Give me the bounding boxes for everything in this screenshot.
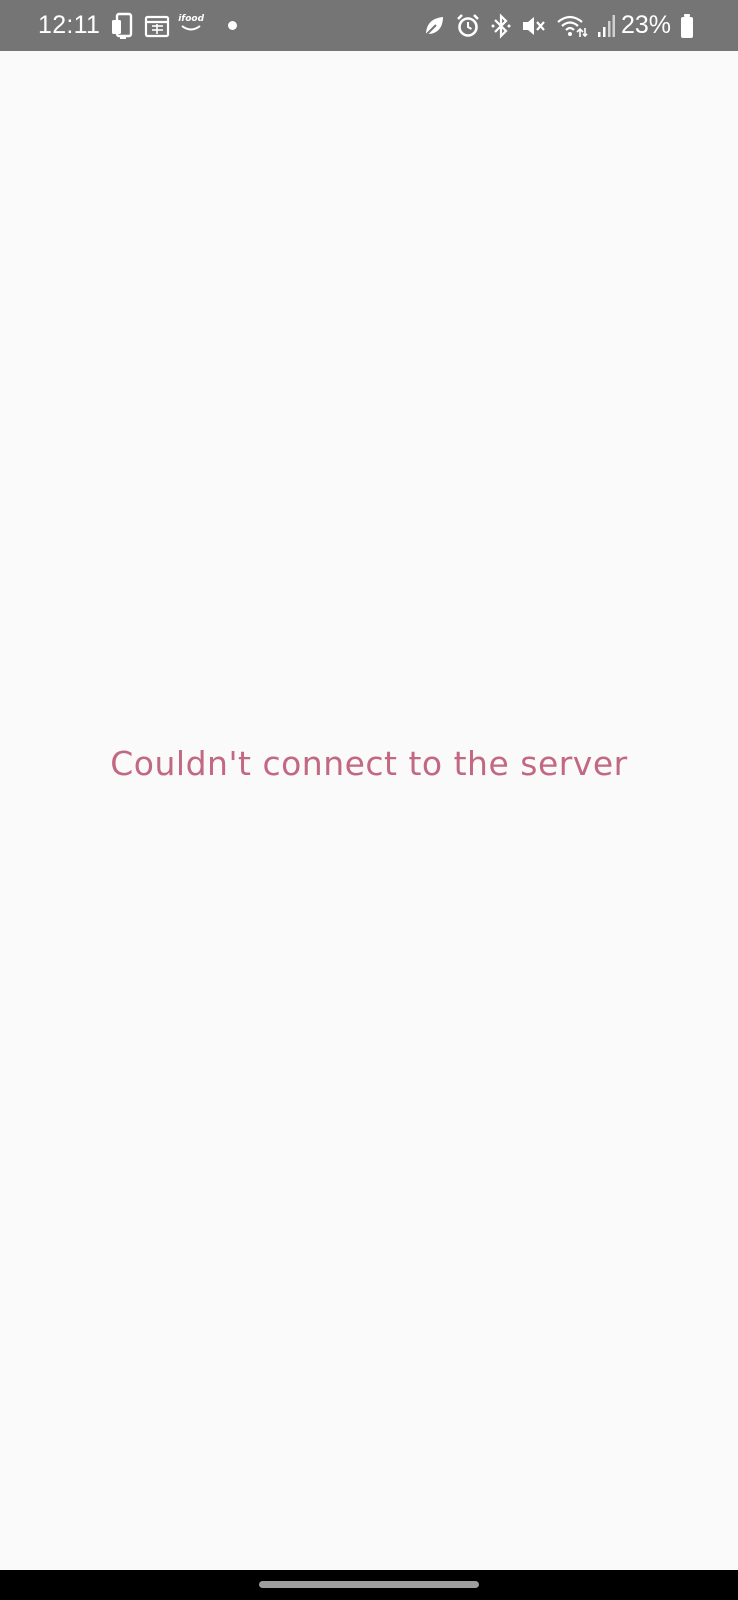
more-notifications-dot: [228, 21, 238, 30]
ifood-icon: ifood: [178, 10, 204, 38]
battery-percentage: 23%: [620, 11, 671, 39]
status-clock: 12:11: [38, 11, 101, 39]
wifi-icon: [556, 12, 588, 40]
status-bar-right: 23%: [413, 11, 694, 40]
alarm-icon: [455, 12, 481, 40]
phone-link-icon: [110, 12, 136, 40]
status-bar-left: 12:11 ifood: [38, 10, 238, 40]
connection-error-message: Couldn't connect to the server: [110, 744, 628, 783]
main-content: [0, 51, 738, 1570]
mute-icon: [521, 12, 547, 40]
status-bar: 12:11 ifood 23%: [0, 0, 738, 51]
calendar-icon: [144, 12, 170, 40]
leaf-icon: [422, 12, 446, 40]
home-gesture-handle[interactable]: [259, 1580, 479, 1588]
signal-icon: [597, 12, 615, 40]
app-screen: 12:11 ifood 23% Couldn't connect to the …: [0, 0, 738, 1600]
battery-icon: [680, 12, 694, 40]
navigation-bar: [0, 1570, 738, 1600]
ifood-label: ifood: [178, 14, 205, 24]
bluetooth-icon: [490, 12, 512, 40]
